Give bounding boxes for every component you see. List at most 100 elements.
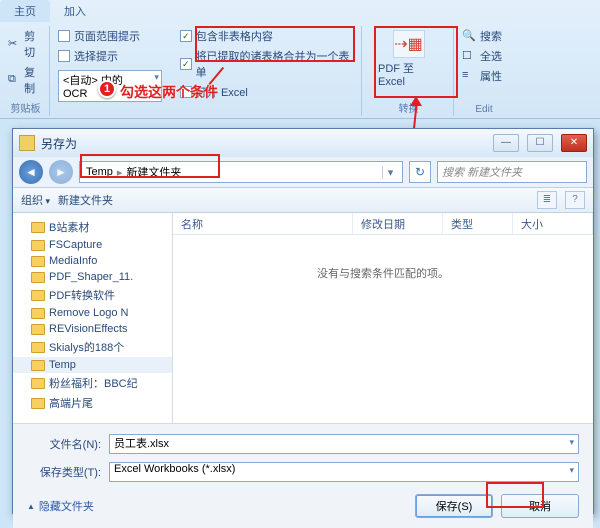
folder-icon [19,135,35,151]
col-type[interactable]: 类型 [443,213,513,234]
tab-home[interactable]: 主页 [0,0,50,22]
hide-folders-link[interactable]: ▲隐藏文件夹 [27,498,94,514]
folder-icon [31,360,45,371]
selectall-button[interactable]: ☐全选 [462,46,506,66]
folder-icon [31,308,45,319]
folder-icon [31,290,45,301]
folder-icon [31,398,45,409]
triangle-up-icon: ▲ [27,502,35,511]
cut-button[interactable]: ✂ 剪切 [8,26,43,62]
folder-icon [31,240,45,251]
nav-fwd-button[interactable]: ► [49,160,73,184]
select-checkbox[interactable]: 选择提示 [58,46,162,66]
search-icon: 🔍 [462,29,476,43]
sidebar-item-label: PDF_Shaper_11. [49,271,133,283]
scissors-icon: ✂ [8,37,20,51]
group-clipboard: ✂ 剪切 ⧉ 复制 剪贴板 [2,26,50,116]
tab-insert[interactable]: 加入 [50,0,100,22]
sidebar-item-label: PDF转换软件 [49,287,115,303]
help-button[interactable]: ? [565,191,585,209]
folder-icon [31,272,45,283]
sidebar-item-label: REVisionEffects [49,323,127,335]
maximize-button[interactable]: ☐ [527,134,553,152]
filetype-combo[interactable]: Excel Workbooks (*.xlsx) [109,462,579,482]
organize-menu[interactable]: 组织 [21,192,50,208]
sidebar-item[interactable]: PDF转换软件 [13,285,172,305]
group-convert: ⇢▦ PDF 至 Excel 转换 [364,26,454,116]
folder-icon [31,324,45,335]
group-options: 页面范围提示 选择提示 <自动> 中的 OCR 包含非表格内容 将已提取的诸表格… [52,26,362,116]
sidebar-item[interactable]: Remove Logo N [13,305,172,321]
close-button[interactable]: ✕ [561,134,587,152]
folder-icon [31,342,45,353]
copy-icon: ⧉ [8,73,20,87]
folder-icon [31,222,45,233]
sidebar-item-label: Temp [49,359,76,371]
col-size[interactable]: 大小 [513,213,593,234]
group-clipboard-label: 剪贴板 [2,100,49,115]
folder-icon [31,256,45,267]
sidebar-item[interactable]: 粉丝福利：BBC纪 [13,373,172,393]
refresh-button[interactable]: ↻ [409,161,431,183]
breadcrumb-dropdown[interactable]: ▾ [382,166,398,179]
include-nontable-checkbox[interactable]: 包含非表格内容 [180,26,355,46]
sidebar-item-label: B站素材 [49,219,89,235]
anno-text-1: 勾选这两个条件 [120,82,218,102]
pdf-to-excel-button[interactable]: ⇢▦ PDF 至 Excel [370,26,447,92]
ribbon: 主页 加入 ✂ 剪切 ⧉ 复制 剪贴板 页面范围提示 选择提示 <自动> 中的 OC… [0,0,600,119]
sidebar-item[interactable]: Temp [13,357,172,373]
props-button[interactable]: ≡属性 [462,66,506,86]
breadcrumb-seg-folder[interactable]: 新建文件夹 [124,164,183,180]
file-list: 名称 修改日期 类型 大小 没有与搜索条件匹配的项。 [173,213,593,423]
copy-button[interactable]: ⧉ 复制 [8,62,43,98]
cancel-button[interactable]: 取消 [501,494,579,518]
sidebar-item-label: Skialys的188个 [49,339,124,355]
anno-arrowhead-2 [410,96,422,106]
save-as-dialog: 另存为 — ☐ ✕ ◄ ► Temp ▸ 新建文件夹 ▾ ↻ 搜索 新建文件夹 … [12,128,594,514]
folder-icon [31,378,45,389]
folder-tree: B站素材 FSCapture MediaInfo PDF_Shaper_11. PDF转… [13,213,173,423]
sidebar-item-label: Remove Logo N [49,307,129,319]
dialog-content: B站素材 FSCapture MediaInfo PDF_Shaper_11. PDF转… [13,213,593,423]
dialog-bottom: 文件名(N): 员工表.xlsx 保存类型(T): Excel Workbook… [13,423,593,528]
nav-back-button[interactable]: ◄ [19,160,43,184]
new-folder-button[interactable]: 新建文件夹 [58,192,113,208]
sidebar-item[interactable]: MediaInfo [13,253,172,269]
breadcrumb[interactable]: Temp ▸ 新建文件夹 ▾ [79,161,403,183]
col-date[interactable]: 修改日期 [353,213,443,234]
sidebar-item-label: 高端片尾 [49,395,93,411]
checkbox-icon [58,50,70,62]
search-input[interactable]: 搜索 新建文件夹 [437,161,587,183]
sidebar-item-label: 粉丝福利：BBC纪 [49,375,138,391]
save-button[interactable]: 保存(S) [415,494,493,518]
search-button[interactable]: 🔍搜索 [462,26,506,46]
sidebar-item[interactable]: REVisionEffects [13,321,172,337]
checkbox-icon [58,30,70,42]
sidebar-item-label: FSCapture [49,239,102,251]
checkbox-icon [180,58,192,70]
filename-label: 文件名(N): [27,436,101,452]
list-header: 名称 修改日期 类型 大小 [173,213,593,235]
properties-icon: ≡ [462,69,476,83]
merge-tables-checkbox[interactable]: 将已提取的诸表格合并为一个表单 [180,46,355,82]
col-name[interactable]: 名称 [173,213,353,234]
page-range-checkbox[interactable]: 页面范围提示 [58,26,162,46]
filename-input[interactable]: 员工表.xlsx [109,434,579,454]
checkbox-icon [180,30,192,42]
cut-label: 剪切 [24,28,43,60]
sidebar-item[interactable]: 高端片尾 [13,393,172,413]
selectall-icon: ☐ [462,49,476,63]
dialog-title: 另存为 [41,135,485,152]
view-button[interactable]: ≣ [537,191,557,209]
group-convert-label: 转换 [364,100,453,115]
sidebar-item[interactable]: FSCapture [13,237,172,253]
pdf-excel-icon: ⇢▦ [393,30,425,58]
minimize-button[interactable]: — [493,134,519,152]
sidebar-item[interactable]: PDF_Shaper_11. [13,269,172,285]
breadcrumb-seg-temp[interactable]: Temp [84,166,115,178]
copy-label: 复制 [24,64,43,96]
sidebar-item[interactable]: Skialys的188个 [13,337,172,357]
sidebar-item-label: MediaInfo [49,255,97,267]
dialog-titlebar: 另存为 — ☐ ✕ [13,129,593,157]
sidebar-item[interactable]: B站素材 [13,217,172,237]
